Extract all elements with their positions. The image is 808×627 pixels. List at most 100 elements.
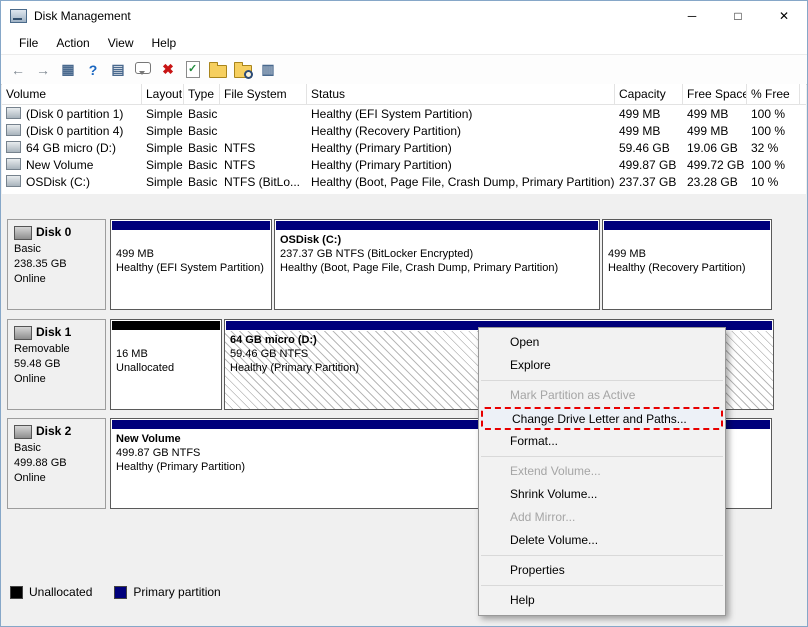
table-row-64-gb-micro-d[interactable]: 64 GB micro (D:) Simple Basic NTFS Healthy (…: [2, 139, 806, 156]
disk-drive-icon: [14, 225, 32, 240]
refresh-folder-icon[interactable]: [208, 60, 228, 80]
close-button[interactable]: ✕: [761, 1, 807, 31]
partition-title: [608, 233, 766, 247]
volume-table-header: Volume Layout Type File System Status Capacit…: [2, 84, 806, 105]
cell-volume: OSDisk (C:): [2, 174, 142, 189]
cell-free_space: 23.28 GB: [687, 174, 738, 189]
cell-capacity: 59.46 GB: [619, 140, 670, 155]
volume-icon: [6, 140, 21, 153]
cell-type: Basic: [188, 157, 218, 172]
disk-drive-icon: [14, 424, 32, 439]
partition-color-bar: [112, 221, 270, 230]
context-menu-item-explore[interactable]: Explore: [479, 354, 725, 377]
forward-icon[interactable]: →: [33, 60, 53, 80]
cell-pct_free: 100 %: [751, 106, 786, 121]
partition-color-bar: [112, 321, 220, 330]
menu-action[interactable]: Action: [47, 33, 98, 53]
check-document-icon[interactable]: [183, 60, 203, 80]
volume-icon: [6, 174, 21, 187]
menu-view[interactable]: View: [99, 33, 143, 53]
cell-type: Basic: [188, 140, 218, 155]
disk-panel-disk-1[interactable]: Disk 1 Removable 59.48 GB Online: [7, 319, 106, 410]
column-header-file_system[interactable]: File System: [220, 84, 307, 104]
disk-name: Disk 2: [36, 424, 72, 438]
partition-size-line: 499 MB: [116, 248, 154, 260]
action-pane-icon-glyph: [135, 62, 151, 75]
cell-free_space: 499.72 GB: [687, 157, 745, 172]
context-menu-item-delete-volume[interactable]: Delete Volume...: [479, 529, 725, 552]
delete-icon[interactable]: ✖: [158, 60, 178, 80]
table-row-osdisk-c[interactable]: OSDisk (C:) Simple Basic NTFS (BitLo... Heal…: [2, 173, 806, 190]
column-header-free_space[interactable]: Free Space: [683, 84, 747, 104]
volume-table-body: (Disk 0 partition 1) Simple Basic Healthy (…: [2, 105, 806, 190]
cell-free_space: 499 MB: [687, 106, 729, 121]
cell-volume: (Disk 0 partition 4): [2, 123, 142, 138]
partition-osdisk-c[interactable]: OSDisk (C:) 237.37 GB NTFS (BitLocker Enc…: [274, 219, 600, 310]
back-icon[interactable]: ←: [8, 60, 28, 80]
column-header-volume[interactable]: Volume: [2, 84, 142, 104]
cell-layout: Simple: [146, 157, 183, 172]
context-menu-item-add-mirror: Add Mirror...: [510, 510, 576, 524]
cell-type: Basic: [188, 174, 218, 189]
partition-healthy-efi-system-partition[interactable]: 499 MB Healthy (EFI System Partition): [110, 219, 272, 310]
menu-help[interactable]: Help: [143, 33, 186, 53]
volume-label: OSDisk (C:): [26, 174, 90, 189]
legend-swatch: [10, 585, 23, 599]
help-icon[interactable]: ?: [83, 60, 103, 80]
cell-pct_free: 100 %: [751, 123, 786, 138]
list-view-icon[interactable]: ▤: [108, 60, 128, 80]
minimize-button[interactable]: ─: [669, 1, 715, 31]
volume-label: 64 GB micro (D:): [26, 140, 117, 155]
toolbar: ←→▦?▤ ✖ ▥: [1, 54, 807, 85]
partition-status-line: Unallocated: [116, 362, 175, 374]
partition-healthy-recovery-partition[interactable]: 499 MB Healthy (Recovery Partition): [602, 219, 772, 310]
context-menu-item-open[interactable]: Open: [479, 331, 725, 354]
search-folder-icon-glyph: [234, 61, 253, 79]
column-header-status[interactable]: Status: [307, 84, 615, 104]
cell-status: Healthy (Recovery Partition): [311, 123, 462, 138]
partition-size-line: 237.37 GB NTFS (BitLocker Encrypted): [280, 248, 474, 260]
disk-row-disk-0: Disk 0 Basic 238.35 GB Online 499 MB Healthy …: [7, 219, 772, 310]
action-pane-icon[interactable]: [133, 60, 153, 80]
partition-unallocated[interactable]: 16 MB Unallocated: [110, 319, 222, 410]
properties-icon[interactable]: ▥: [258, 60, 278, 80]
disk-header: Disk 0: [14, 225, 99, 240]
cell-pct_free: 32 %: [751, 140, 779, 155]
cell-free_space: 19.06 GB: [687, 140, 738, 155]
context-menu-item-change-drive-letter-and-paths[interactable]: Change Drive Letter and Paths...: [481, 407, 723, 430]
column-header-layout[interactable]: Layout: [142, 84, 184, 104]
partition-status-line: Healthy (EFI System Partition): [116, 262, 264, 274]
disk-status: Online: [14, 373, 46, 385]
check-document-icon-glyph: [186, 61, 200, 78]
legend-label: Primary partition: [133, 585, 221, 599]
disk-type: Basic: [14, 243, 41, 255]
context-menu-item-format[interactable]: Format...: [479, 430, 725, 453]
maximize-button[interactable]: □: [715, 1, 761, 31]
column-header-capacity[interactable]: Capacity: [615, 84, 683, 104]
context-menu-item-shrink-volume[interactable]: Shrink Volume...: [479, 483, 725, 506]
menu-bar: File Action View Help: [1, 31, 807, 54]
disk-panel-disk-2[interactable]: Disk 2 Basic 499.88 GB Online: [7, 418, 106, 509]
menu-file[interactable]: File: [10, 33, 47, 53]
volume-icon: [6, 123, 21, 136]
console-tree-icon[interactable]: ▦: [58, 60, 78, 80]
cell-capacity: 499.87 GB: [619, 157, 677, 172]
search-folder-icon[interactable]: [233, 60, 253, 80]
partition-body: 499 MB Healthy (Recovery Partition): [603, 231, 771, 309]
cell-type: Basic: [188, 106, 218, 121]
context-menu-item-properties[interactable]: Properties: [479, 559, 725, 582]
disk-drive-icon: [14, 325, 32, 340]
disk-name: Disk 0: [36, 225, 72, 239]
cell-capacity: 237.37 GB: [619, 174, 677, 189]
context-menu-item-help[interactable]: Help: [479, 589, 725, 612]
partition-status-line: Healthy (Boot, Page File, Crash Dump, Pr…: [280, 262, 559, 274]
table-row-disk-0-partition-4[interactable]: (Disk 0 partition 4) Simple Basic Healthy (…: [2, 122, 806, 139]
disk-panel-disk-0[interactable]: Disk 0 Basic 238.35 GB Online: [7, 219, 106, 310]
column-header-pct_free[interactable]: % Free: [747, 84, 800, 104]
table-row-disk-0-partition-1[interactable]: (Disk 0 partition 1) Simple Basic Healthy (…: [2, 105, 806, 122]
volume-icon: [6, 157, 21, 170]
column-header-type[interactable]: Type: [184, 84, 220, 104]
partition-size-line: 16 MB: [116, 348, 148, 360]
table-row-new-volume[interactable]: New Volume Simple Basic NTFS Healthy (Primar…: [2, 156, 806, 173]
window-controls: ─ □ ✕: [669, 1, 807, 31]
